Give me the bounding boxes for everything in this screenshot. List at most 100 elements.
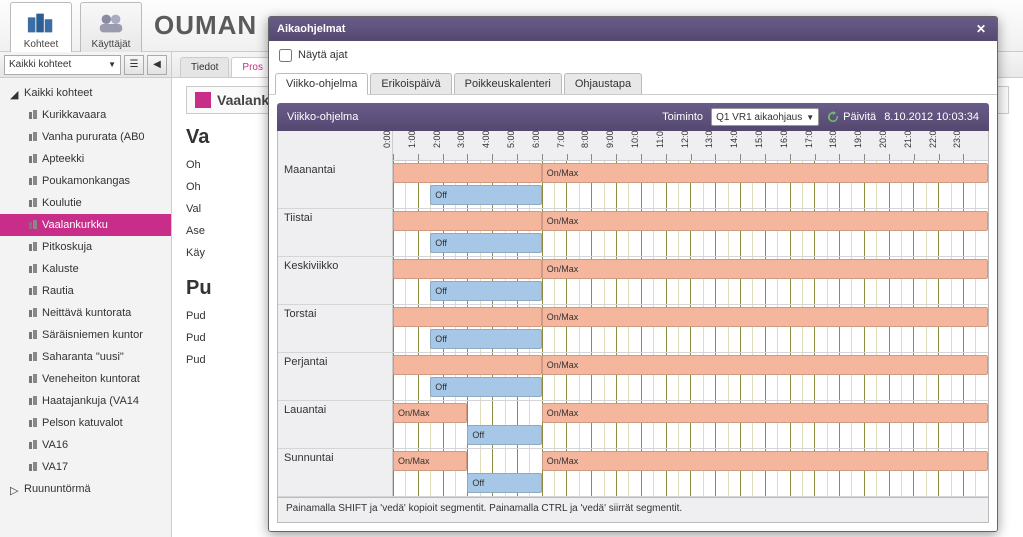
tree-item-label: Säräisniemen kuntor bbox=[42, 329, 143, 341]
tree-item[interactable]: Pelson katuvalot bbox=[0, 412, 171, 434]
ruler-hour-label: 19:00 bbox=[853, 131, 863, 148]
segment-off[interactable]: Off bbox=[467, 425, 541, 445]
tree-item[interactable]: Saharanta "uusi" bbox=[0, 346, 171, 368]
schedule-body: 0:001:002:003:004:005:006:007:008:009:00… bbox=[277, 131, 989, 523]
tree-item[interactable]: Kaluste bbox=[0, 258, 171, 280]
tab-tiedot[interactable]: Tiedot bbox=[180, 57, 229, 77]
show-times-input[interactable] bbox=[279, 49, 292, 62]
close-icon[interactable]: ✕ bbox=[973, 21, 989, 37]
segment-off[interactable]: Off bbox=[430, 185, 542, 205]
tree-item[interactable]: Vanha pururata (AB0 bbox=[0, 126, 171, 148]
dialog-body: Näytä ajat Viikko-ohjelmaErikoispäiväPoi… bbox=[269, 41, 997, 531]
list-icon[interactable]: ☰ bbox=[124, 55, 144, 75]
tree-footer-item[interactable]: ▷ Ruununtörmä bbox=[0, 478, 171, 500]
building-icon bbox=[28, 132, 38, 142]
tree-item[interactable]: Haatajankuja (VA14 bbox=[0, 390, 171, 412]
refresh-button[interactable]: Päivitä bbox=[827, 111, 876, 123]
ruler-spacer bbox=[278, 131, 393, 161]
day-timeline[interactable]: On/MaxOff bbox=[393, 257, 988, 304]
sites-filter-combo[interactable]: Kaikki kohteet ▼ bbox=[4, 55, 121, 75]
ruler-cells: 0:001:002:003:004:005:006:007:008:009:00… bbox=[393, 131, 988, 161]
tree-item[interactable]: Neittävä kuntorata bbox=[0, 302, 171, 324]
tree-item-label: Pelson katuvalot bbox=[42, 417, 123, 429]
ruler-hour-label: 3:00 bbox=[456, 131, 466, 148]
building-icon bbox=[28, 462, 38, 472]
segment-on[interactable]: On/Max bbox=[542, 451, 988, 471]
dialog-options: Näytä ajat bbox=[269, 41, 997, 69]
ruler-hour-label: 11:00 bbox=[655, 131, 665, 148]
segment-on[interactable]: On/Max bbox=[393, 451, 467, 471]
dialog-tab[interactable]: Poikkeuskalenteri bbox=[454, 73, 562, 94]
tree-item[interactable]: VA17 bbox=[0, 456, 171, 478]
nav-kayttajat[interactable]: Käyttäjät bbox=[80, 2, 142, 52]
tree-item[interactable]: Rautia bbox=[0, 280, 171, 302]
tree-item-label: VA16 bbox=[42, 439, 68, 451]
schedule-dialog: Aikaohjelmat ✕ Näytä ajat Viikko-ohjelma… bbox=[268, 16, 998, 532]
collapse-icon[interactable]: ◀ bbox=[147, 55, 167, 75]
day-timeline[interactable]: On/MaxOff bbox=[393, 305, 988, 352]
tree-item-label: Poukamonkangas bbox=[42, 175, 130, 187]
building-icon bbox=[28, 154, 38, 164]
tree-item[interactable]: VA16 bbox=[0, 434, 171, 456]
tree-item[interactable]: Koulutie bbox=[0, 192, 171, 214]
segment-on[interactable]: On/Max bbox=[542, 355, 988, 375]
segment-on[interactable]: On/Max bbox=[542, 259, 988, 279]
toiminto-select[interactable]: Q1 VR1 aikaohjaus ▼ bbox=[711, 108, 819, 126]
tree-item[interactable]: Veneheiton kuntorat bbox=[0, 368, 171, 390]
nav-kohteet[interactable]: Kohteet bbox=[10, 2, 72, 52]
segment-on[interactable]: On/Max bbox=[542, 307, 988, 327]
day-label: Tiistai bbox=[278, 209, 393, 256]
ruler-hour: 23:00 bbox=[963, 131, 988, 160]
segment-on[interactable] bbox=[393, 307, 542, 327]
sites-tree: ◢ Kaikki kohteet KurikkavaaraVanha purur… bbox=[0, 78, 171, 537]
segment-off[interactable]: Off bbox=[430, 281, 542, 301]
day-row: LauantaiOn/MaxOn/MaxOff bbox=[278, 401, 988, 449]
segment-off[interactable]: Off bbox=[430, 329, 542, 349]
day-row: TorstaiOn/MaxOff bbox=[278, 305, 988, 353]
day-label: Torstai bbox=[278, 305, 393, 352]
building-icon bbox=[28, 242, 38, 252]
segment-on[interactable] bbox=[393, 355, 542, 375]
show-times-checkbox[interactable]: Näytä ajat bbox=[279, 49, 348, 62]
day-timeline[interactable]: On/Max On/MaxOff bbox=[393, 449, 988, 496]
segment-on[interactable] bbox=[393, 211, 542, 231]
segment-on[interactable]: On/Max bbox=[542, 211, 988, 231]
tree-item[interactable]: Säräisniemen kuntor bbox=[0, 324, 171, 346]
day-timeline[interactable]: On/MaxOff bbox=[393, 353, 988, 400]
tree-item[interactable]: Vaalankurkku bbox=[0, 214, 171, 236]
time-ruler: 0:001:002:003:004:005:006:007:008:009:00… bbox=[278, 131, 988, 161]
segment-off[interactable]: Off bbox=[467, 473, 541, 493]
building-icon bbox=[28, 110, 38, 120]
ruler-hour-label: 9:00 bbox=[605, 131, 615, 148]
tree-item[interactable]: Apteekki bbox=[0, 148, 171, 170]
building-icon bbox=[28, 330, 38, 340]
dialog-tab[interactable]: Erikoispäivä bbox=[370, 73, 451, 94]
segment-on[interactable]: On/Max bbox=[542, 163, 988, 183]
day-label: Keskiviikko bbox=[278, 257, 393, 304]
segment-on[interactable] bbox=[393, 163, 542, 183]
tree-expand-icon: ◢ bbox=[10, 88, 20, 98]
segment-on[interactable] bbox=[393, 259, 542, 279]
dialog-tab[interactable]: Ohjaustapa bbox=[564, 73, 642, 94]
left-toolbar: Kaikki kohteet ▼ ☰ ◀ bbox=[0, 52, 171, 78]
day-timeline[interactable]: On/Max On/MaxOff bbox=[393, 401, 988, 448]
tree-item[interactable]: Poukamonkangas bbox=[0, 170, 171, 192]
dialog-tab[interactable]: Viikko-ohjelma bbox=[275, 73, 368, 95]
building-icon bbox=[28, 198, 38, 208]
tree-root[interactable]: ◢ Kaikki kohteet bbox=[0, 82, 171, 104]
day-timeline[interactable]: On/MaxOff bbox=[393, 161, 988, 208]
segment-on[interactable]: On/Max bbox=[542, 403, 988, 423]
ruler-hour-label: 7:00 bbox=[556, 131, 566, 148]
dialog-titlebar[interactable]: Aikaohjelmat ✕ bbox=[269, 17, 997, 41]
ruler-hour-label: 8:00 bbox=[580, 131, 590, 148]
footer-hint: Painamalla SHIFT ja 'vedä' kopioit segme… bbox=[278, 497, 988, 519]
segment-off[interactable]: Off bbox=[430, 377, 542, 397]
segment-on[interactable]: On/Max bbox=[393, 403, 467, 423]
tree-item-label: Pitkoskuja bbox=[42, 241, 92, 253]
ruler-hour-label: 18:00 bbox=[828, 131, 838, 148]
segment-off[interactable]: Off bbox=[430, 233, 542, 253]
tree-item[interactable]: Pitkoskuja bbox=[0, 236, 171, 258]
day-timeline[interactable]: On/MaxOff bbox=[393, 209, 988, 256]
tree-item[interactable]: Kurikkavaara bbox=[0, 104, 171, 126]
tree-root-label: Kaikki kohteet bbox=[24, 87, 92, 99]
